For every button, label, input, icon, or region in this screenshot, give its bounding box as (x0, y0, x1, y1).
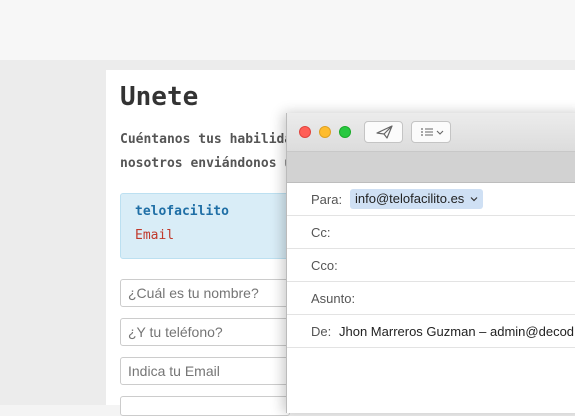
close-window-button[interactable] (299, 126, 311, 138)
to-recipient-value: info@telofacilito.es (355, 191, 465, 206)
paper-plane-icon (376, 125, 393, 139)
from-label: De: (311, 324, 332, 339)
intro-text-line-2: nosotros enviándonos u (120, 156, 293, 171)
send-button[interactable] (364, 121, 403, 143)
mail-subbar (287, 152, 575, 183)
divider (287, 347, 575, 348)
zoom-window-button[interactable] (339, 126, 351, 138)
to-row: Para: info@telofacilito.es (287, 183, 575, 216)
chevron-down-icon (470, 197, 478, 202)
bcc-row[interactable]: Cco: (287, 249, 575, 282)
format-list-button[interactable] (411, 121, 451, 143)
minimize-window-button[interactable] (319, 126, 331, 138)
phone-input[interactable] (120, 318, 290, 346)
subject-row[interactable]: Asunto: (287, 282, 575, 315)
mail-compose-window: Para: info@telofacilito.es Cc: Cco: Asun… (286, 113, 575, 413)
mail-titlebar (287, 113, 575, 152)
page-title: Unete (120, 82, 199, 112)
list-icon (421, 128, 444, 136)
bcc-label: Cco: (311, 258, 338, 273)
from-row[interactable]: De: Jhon Marreros Guzman – admin@decod (287, 315, 575, 348)
cc-label: Cc: (311, 225, 331, 240)
intro-text-line-1: Cuéntanos tus habilida (120, 132, 293, 147)
message-body[interactable] (287, 349, 575, 413)
to-label: Para: (311, 192, 343, 207)
to-recipient-token[interactable]: info@telofacilito.es (350, 189, 483, 209)
name-input[interactable] (120, 279, 290, 307)
from-value: Jhon Marreros Guzman – admin@decod (339, 324, 575, 339)
subject-label: Asunto: (311, 291, 356, 306)
message-input[interactable] (120, 396, 290, 416)
browser-top-area (0, 0, 575, 60)
brand-name: telofacilito (135, 204, 229, 219)
cc-row[interactable]: Cc: (287, 216, 575, 249)
email-input[interactable] (120, 357, 290, 385)
email-link[interactable]: Email (135, 228, 174, 243)
